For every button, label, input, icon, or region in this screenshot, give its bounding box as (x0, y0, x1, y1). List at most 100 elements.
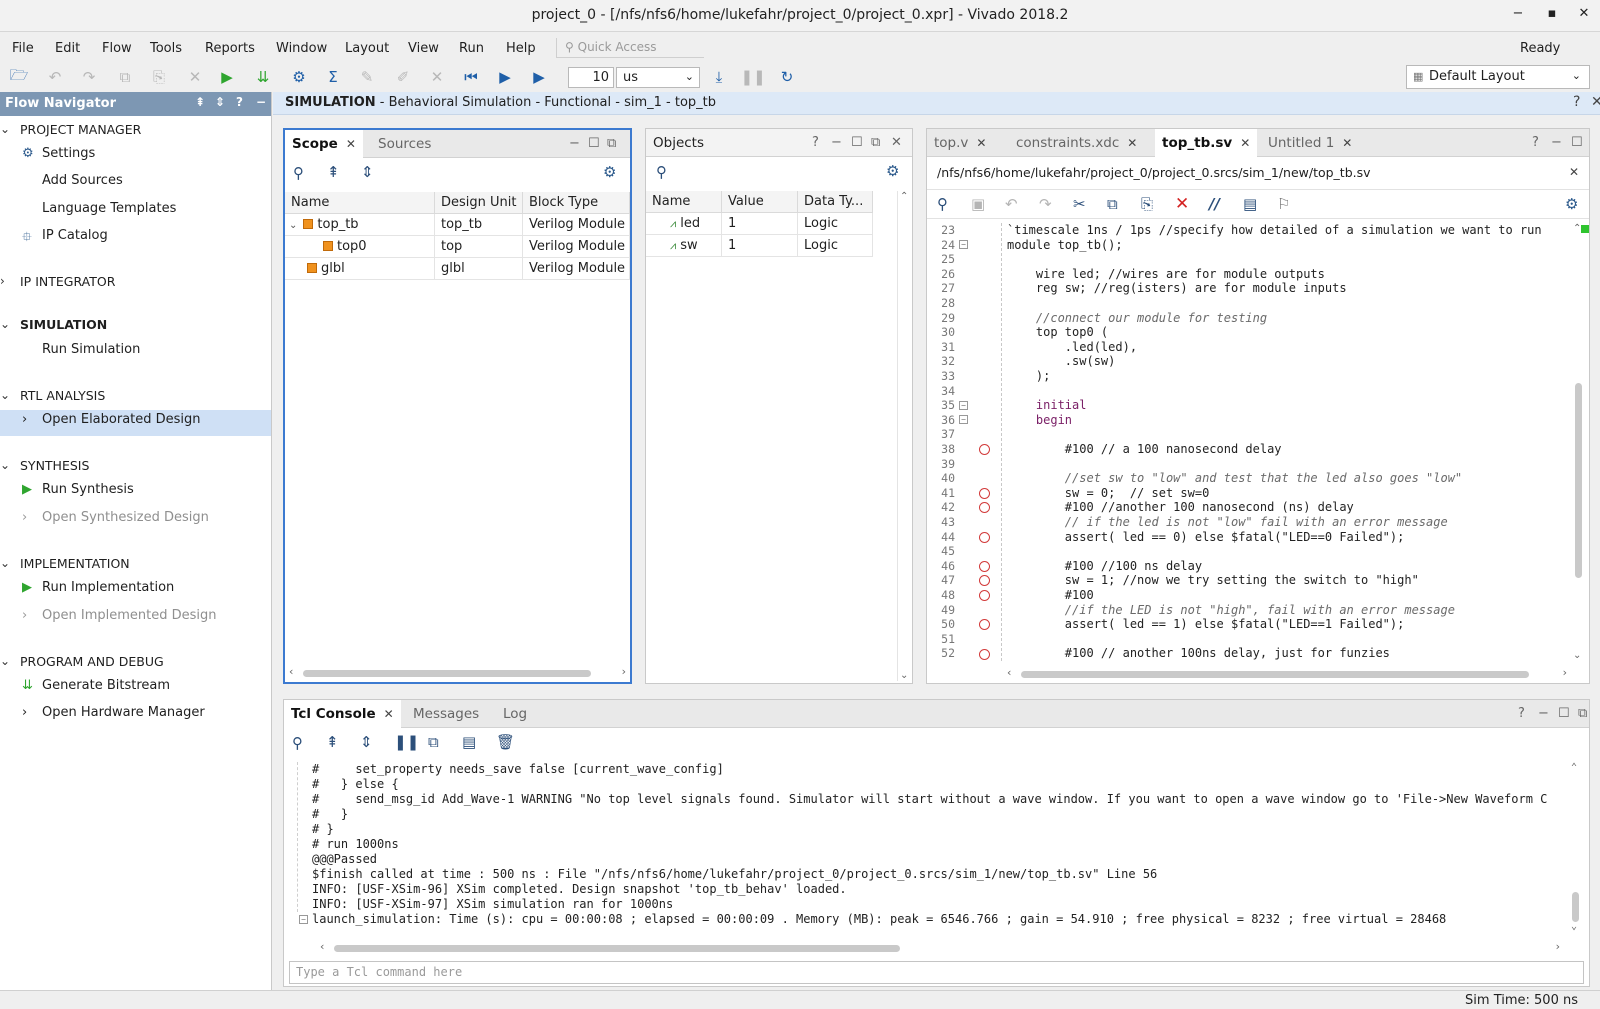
horizontal-scrollbar[interactable]: ‹ › (1007, 666, 1567, 681)
tab-sources[interactable]: Sources (371, 130, 438, 158)
tab-untitled-1[interactable]: Untitled 1 ✕ (1261, 129, 1359, 157)
menu-window[interactable]: Window (276, 41, 327, 56)
run-time-unit-select[interactable]: us ⌄ (616, 67, 700, 88)
minimize-panel-icon[interactable]: − (1551, 135, 1562, 150)
close-tab-icon[interactable]: ✕ (1240, 136, 1250, 150)
paste-icon[interactable]: ⎘ (148, 66, 170, 88)
menu-layout[interactable]: Layout (345, 41, 389, 56)
tab-log[interactable]: Log (496, 700, 534, 728)
break-icon[interactable]: ❚❚ (740, 66, 765, 88)
settings-gear-icon[interactable]: ⚙ (288, 66, 310, 88)
console-horizontal-scrollbar[interactable]: ‹ › (320, 940, 1560, 955)
minimize-panel-icon[interactable]: − (831, 135, 842, 150)
copy-icon[interactable]: ⧉ (428, 733, 439, 751)
section-implementation[interactable]: ⌄ IMPLEMENTATION (0, 556, 130, 571)
relaunch-icon[interactable]: ↻ (776, 66, 798, 88)
nav-item-run-implementation[interactable]: ▶ Run Implementation (22, 580, 174, 595)
float-panel-icon[interactable]: ⧉ (607, 136, 616, 151)
tab-top-v[interactable]: top.v ✕ (927, 129, 993, 157)
scrollbar-thumb[interactable] (303, 670, 591, 677)
scroll-down-icon[interactable]: ⌄ (900, 670, 908, 681)
pause-output-icon[interactable]: ❚❚ (394, 733, 419, 751)
close-tab-icon[interactable]: ✕ (346, 137, 356, 151)
close-tab-icon[interactable]: ✕ (976, 136, 986, 150)
edit-icon[interactable]: ✐ (392, 66, 414, 88)
column-data-type[interactable]: Data Ty... (798, 191, 873, 213)
minimize-panel-icon[interactable]: − (569, 136, 580, 151)
run-for-icon[interactable]: ▶ (528, 66, 550, 88)
comment-toggle-icon[interactable]: // (1209, 195, 1220, 213)
delete-icon[interactable]: ✕ (184, 66, 206, 88)
scrollbar-thumb[interactable] (1572, 892, 1579, 922)
menu-help[interactable]: Help (506, 41, 536, 56)
report-icon[interactable]: ✎ (356, 66, 378, 88)
help-icon[interactable]: ? (1532, 135, 1539, 150)
paste-icon[interactable]: ⎘ (1141, 195, 1153, 213)
restart-icon[interactable]: ⏮ (460, 66, 482, 88)
close-icon[interactable]: ✕ (1591, 94, 1600, 110)
close-tab-icon[interactable]: ✕ (1127, 136, 1137, 150)
fold-toggle-icon[interactable]: − (959, 240, 968, 249)
vertical-scrollbar[interactable]: ⌃ ⌄ (897, 191, 911, 681)
quick-access-search[interactable]: ⚲ Quick Access (556, 38, 704, 58)
menu-edit[interactable]: Edit (55, 41, 80, 56)
column-name[interactable]: Name (646, 191, 722, 213)
step-icon[interactable]: ⤓ (708, 66, 730, 88)
breakpoint-marker-icon[interactable] (979, 561, 990, 572)
scrollbar-thumb[interactable] (1575, 383, 1582, 578)
clear-trash-icon[interactable]: 🗑 (496, 733, 515, 751)
lightbulb-icon[interactable]: ⚐ (1277, 195, 1290, 213)
scroll-left-icon[interactable]: ‹ (1007, 666, 1011, 679)
cut-icon[interactable]: ✂ (1073, 195, 1086, 213)
insert-icon[interactable]: ▤ (462, 733, 476, 751)
section-simulation[interactable]: ⌄ SIMULATION (0, 317, 107, 332)
code-editor[interactable]: 23 24 25 26 27 28 29 30 31 32 33 34 35 3… (927, 223, 1567, 661)
collapse-all-icon[interactable]: ⇞ (326, 733, 339, 751)
section-rtl-analysis[interactable]: ⌄ RTL ANALYSIS (0, 388, 105, 403)
tab-top-tb-sv[interactable]: top_tb.sv ✕ (1155, 129, 1258, 158)
column-design-unit[interactable]: Design Unit (435, 192, 523, 214)
section-program-and-debug[interactable]: ⌄ PROGRAM AND DEBUG (0, 654, 164, 669)
menu-tools[interactable]: Tools (150, 41, 182, 56)
scroll-up-icon[interactable]: ⌃ (1571, 762, 1577, 773)
close-tab-icon[interactable]: ✕ (384, 707, 394, 721)
run-time-input[interactable]: 10 (568, 67, 614, 88)
search-icon[interactable]: ⚲ (293, 164, 304, 182)
nav-item-open-elaborated-design[interactable]: › Open Elaborated Design (22, 412, 201, 427)
scrollbar-thumb[interactable] (1021, 671, 1529, 678)
run-all-icon[interactable]: ▶ (494, 66, 516, 88)
section-ip-integrator[interactable]: › IP INTEGRATOR (0, 274, 115, 289)
nav-item-run-simulation[interactable]: Run Simulation (42, 342, 140, 357)
cancel-icon[interactable]: ✕ (426, 66, 448, 88)
sigma-icon[interactable]: Σ (322, 66, 344, 88)
float-panel-icon[interactable]: ⧉ (1578, 706, 1587, 721)
redo-icon[interactable]: ↷ (1039, 195, 1052, 213)
nav-item-add-sources[interactable]: Add Sources (42, 173, 123, 188)
scroll-right-icon[interactable]: › (622, 665, 626, 678)
delete-icon[interactable]: ✕ (1175, 194, 1189, 214)
search-icon[interactable]: ⚲ (937, 195, 948, 213)
nav-item-open-hardware-manager[interactable]: › Open Hardware Manager (22, 705, 205, 720)
expand-all-icon[interactable]: ⇕ (215, 95, 225, 109)
layout-select[interactable]: ▦ Default Layout ⌄ (1406, 65, 1590, 89)
nav-item-run-synthesis[interactable]: ▶ Run Synthesis (22, 482, 134, 497)
section-project-manager[interactable]: ⌄ PROJECT MANAGER (0, 122, 141, 137)
scroll-right-icon[interactable]: › (1556, 940, 1560, 953)
maximize-button[interactable]: ▪ (1542, 6, 1562, 26)
vertical-scrollbar[interactable]: ⌃ ⌄ (1567, 762, 1585, 932)
scroll-right-icon[interactable]: › (1563, 666, 1567, 679)
breakpoint-marker-icon[interactable] (979, 488, 990, 499)
tab-scope[interactable]: Scope ✕ (285, 130, 363, 159)
minimize-button[interactable]: − (1508, 6, 1528, 26)
maximize-panel-icon[interactable]: ☐ (1558, 706, 1570, 721)
settings-gear-icon[interactable]: ⚙ (1565, 195, 1578, 213)
settings-gear-icon[interactable]: ⚙ (603, 163, 616, 181)
scroll-up-icon[interactable]: ⌃ (900, 191, 908, 202)
breakpoint-marker-icon[interactable] (979, 649, 990, 660)
column-name[interactable]: Name (285, 192, 435, 214)
nav-item-open-synthesized-design[interactable]: › Open Synthesized Design (22, 510, 209, 525)
generate-bitstream-icon[interactable]: ⇊ (252, 66, 274, 88)
help-icon[interactable]: ? (812, 135, 819, 150)
breakpoint-marker-icon[interactable] (979, 532, 990, 543)
float-panel-icon[interactable]: ⧉ (871, 135, 880, 150)
